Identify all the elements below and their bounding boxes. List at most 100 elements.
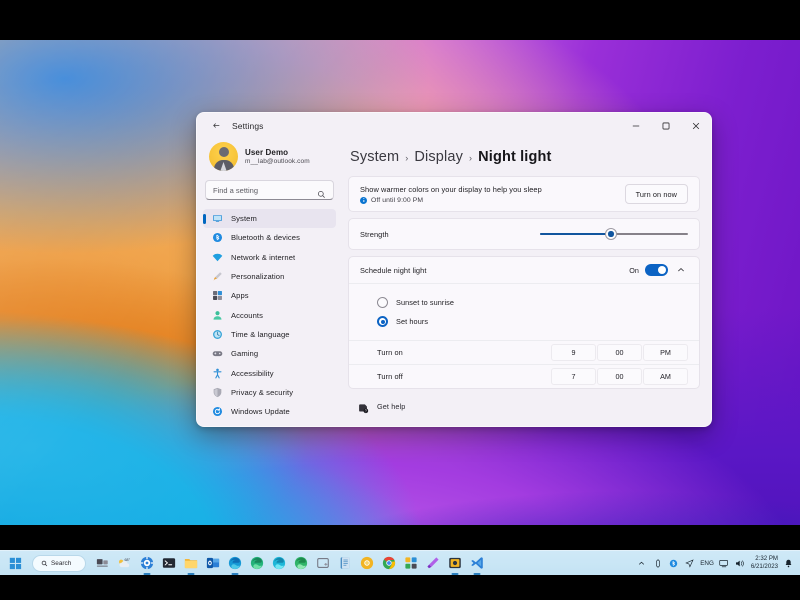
- person-icon: [212, 310, 223, 321]
- window-title: Settings: [232, 120, 264, 131]
- search-input[interactable]: [213, 185, 317, 195]
- send-icon[interactable]: [684, 558, 695, 569]
- taskbar: Search 68° ENG 2:32 PM 6/21/2023: [0, 550, 800, 575]
- account-block[interactable]: User Demo m__lab@outlook.com: [203, 138, 336, 179]
- sidebar-item-label: Personalization: [231, 272, 285, 282]
- sidebar-item-system[interactable]: System: [203, 209, 336, 229]
- back-arrow-icon[interactable]: [205, 116, 227, 135]
- chrome-beta-icon[interactable]: [357, 554, 376, 573]
- get-help-link[interactable]: Get help: [348, 395, 700, 414]
- option-set-hours[interactable]: Set hours: [349, 312, 699, 331]
- edge-icon[interactable]: [225, 554, 244, 573]
- radio-selected-icon[interactable]: [377, 316, 388, 327]
- chevron-up-icon[interactable]: [674, 263, 688, 277]
- letterbox-bottom: [0, 575, 800, 600]
- sidebar-item-accessibility[interactable]: Accessibility: [203, 363, 336, 382]
- sidebar-item-windows-update[interactable]: Windows Update: [203, 402, 336, 421]
- edge-beta-icon[interactable]: [247, 554, 266, 573]
- volume-icon[interactable]: [735, 558, 746, 569]
- sidebar-item-bluetooth-devices[interactable]: Bluetooth & devices: [203, 228, 336, 247]
- turn-off-meridiem[interactable]: AM: [643, 368, 688, 385]
- taskbar-clock[interactable]: 2:32 PM 6/21/2023: [751, 555, 778, 570]
- window-body: User Demo m__lab@outlook.com Syste: [197, 138, 711, 426]
- sidebar-item-gaming[interactable]: Gaming: [203, 344, 336, 363]
- sidebar-nav: System Bluetooth & devices Network & int…: [203, 209, 336, 421]
- sidebar-item-accounts[interactable]: Accounts: [203, 305, 336, 324]
- snipping-tool-icon[interactable]: [313, 554, 332, 573]
- terminal-icon[interactable]: [159, 554, 178, 573]
- turn-on-now-button[interactable]: Turn on now: [624, 184, 688, 204]
- windows-start-icon[interactable]: [6, 554, 25, 573]
- sidebar-item-time-language[interactable]: Time & language: [203, 325, 336, 344]
- toggle-state-label: On: [629, 265, 639, 275]
- window-controls: [621, 113, 711, 138]
- taskbar-search[interactable]: Search: [32, 554, 86, 572]
- network-icon[interactable]: [719, 558, 730, 569]
- strength-slider[interactable]: [540, 227, 688, 241]
- slider-thumb[interactable]: [606, 229, 617, 239]
- gamepad-icon: [212, 348, 223, 359]
- sidebar-item-label: Accounts: [231, 310, 264, 320]
- outlook-icon[interactable]: [203, 554, 222, 573]
- clock-globe-icon: [212, 329, 223, 340]
- task-view-icon[interactable]: [93, 554, 112, 573]
- weather-widget-icon[interactable]: 68°: [115, 554, 134, 573]
- breadcrumb-system[interactable]: System: [350, 149, 399, 165]
- edge-canary-icon[interactable]: [291, 554, 310, 573]
- sidebar-item-label: Bluetooth & devices: [231, 233, 301, 243]
- account-text: User Demo m__lab@outlook.com: [245, 148, 310, 165]
- paintbrush-icon: [212, 271, 223, 282]
- turn-on-minute[interactable]: 00: [597, 344, 642, 361]
- schedule-row[interactable]: Schedule night light On: [349, 257, 699, 283]
- sidebar-item-privacy-security[interactable]: Privacy & security: [203, 383, 336, 402]
- camera-app-icon[interactable]: [445, 554, 464, 573]
- slider-fill: [540, 232, 612, 236]
- bluetooth-icon: [212, 232, 223, 243]
- option-label: Set hours: [396, 317, 429, 326]
- status-text: Off until 9:00 PM: [371, 196, 424, 204]
- sidebar-item-label: Privacy & security: [231, 387, 294, 397]
- schedule-label: Schedule night light: [360, 265, 427, 275]
- microsoft-store-icon[interactable]: [401, 554, 420, 573]
- sidebar-item-label: System: [231, 214, 257, 224]
- tray-language[interactable]: ENG: [700, 560, 714, 567]
- turn-on-meridiem[interactable]: PM: [643, 344, 688, 361]
- settings-window: Settings User Demo m__lab@outlook.com Fi…: [196, 112, 712, 427]
- option-sunset-to-sunrise[interactable]: Sunset to sunrise: [349, 293, 699, 312]
- turn-off-label: Turn off: [377, 372, 403, 381]
- turn-off-minute[interactable]: 00: [597, 368, 642, 385]
- chevron-up-icon[interactable]: [636, 558, 647, 569]
- minimize-button[interactable]: [621, 113, 651, 138]
- turn-off-hour[interactable]: 7: [551, 368, 596, 385]
- turn-off-fields: 7 00 AM: [551, 368, 688, 385]
- window-titlebar: Settings: [197, 113, 711, 138]
- sidebar-item-apps[interactable]: Apps: [203, 286, 336, 305]
- notebook-icon[interactable]: [335, 554, 354, 573]
- settings-gear-icon[interactable]: [137, 554, 156, 573]
- turn-on-hour[interactable]: 9: [551, 344, 596, 361]
- radio-unselected-icon[interactable]: [377, 297, 388, 308]
- search-box[interactable]: [205, 180, 334, 200]
- close-button[interactable]: [681, 113, 711, 138]
- schedule-toggle[interactable]: [645, 264, 668, 276]
- file-explorer-icon[interactable]: [181, 554, 200, 573]
- sidebar-item-personalization[interactable]: Personalization: [203, 267, 336, 286]
- user-avatar-icon: [209, 142, 238, 171]
- search-icon: [41, 554, 48, 572]
- paint-icon[interactable]: [423, 554, 442, 573]
- schedule-card: Schedule night light On Sunset to sunris…: [348, 256, 700, 389]
- update-refresh-icon: [212, 406, 223, 417]
- taskbar-search-label: Search: [51, 559, 72, 567]
- maximize-button[interactable]: [651, 113, 681, 138]
- edge-dev-icon[interactable]: [269, 554, 288, 573]
- pen-icon[interactable]: [652, 558, 663, 569]
- notification-bell-icon[interactable]: [783, 558, 794, 569]
- sidebar-item-network-internet[interactable]: Network & internet: [203, 248, 336, 267]
- apps-grid-icon: [212, 290, 223, 301]
- shield-icon: [212, 387, 223, 398]
- vscode-icon[interactable]: [467, 554, 486, 573]
- bluetooth-icon[interactable]: [668, 558, 679, 569]
- warm-colors-title: Show warmer colors on your display to he…: [360, 184, 542, 194]
- breadcrumb-display[interactable]: Display: [414, 149, 463, 165]
- chrome-icon[interactable]: [379, 554, 398, 573]
